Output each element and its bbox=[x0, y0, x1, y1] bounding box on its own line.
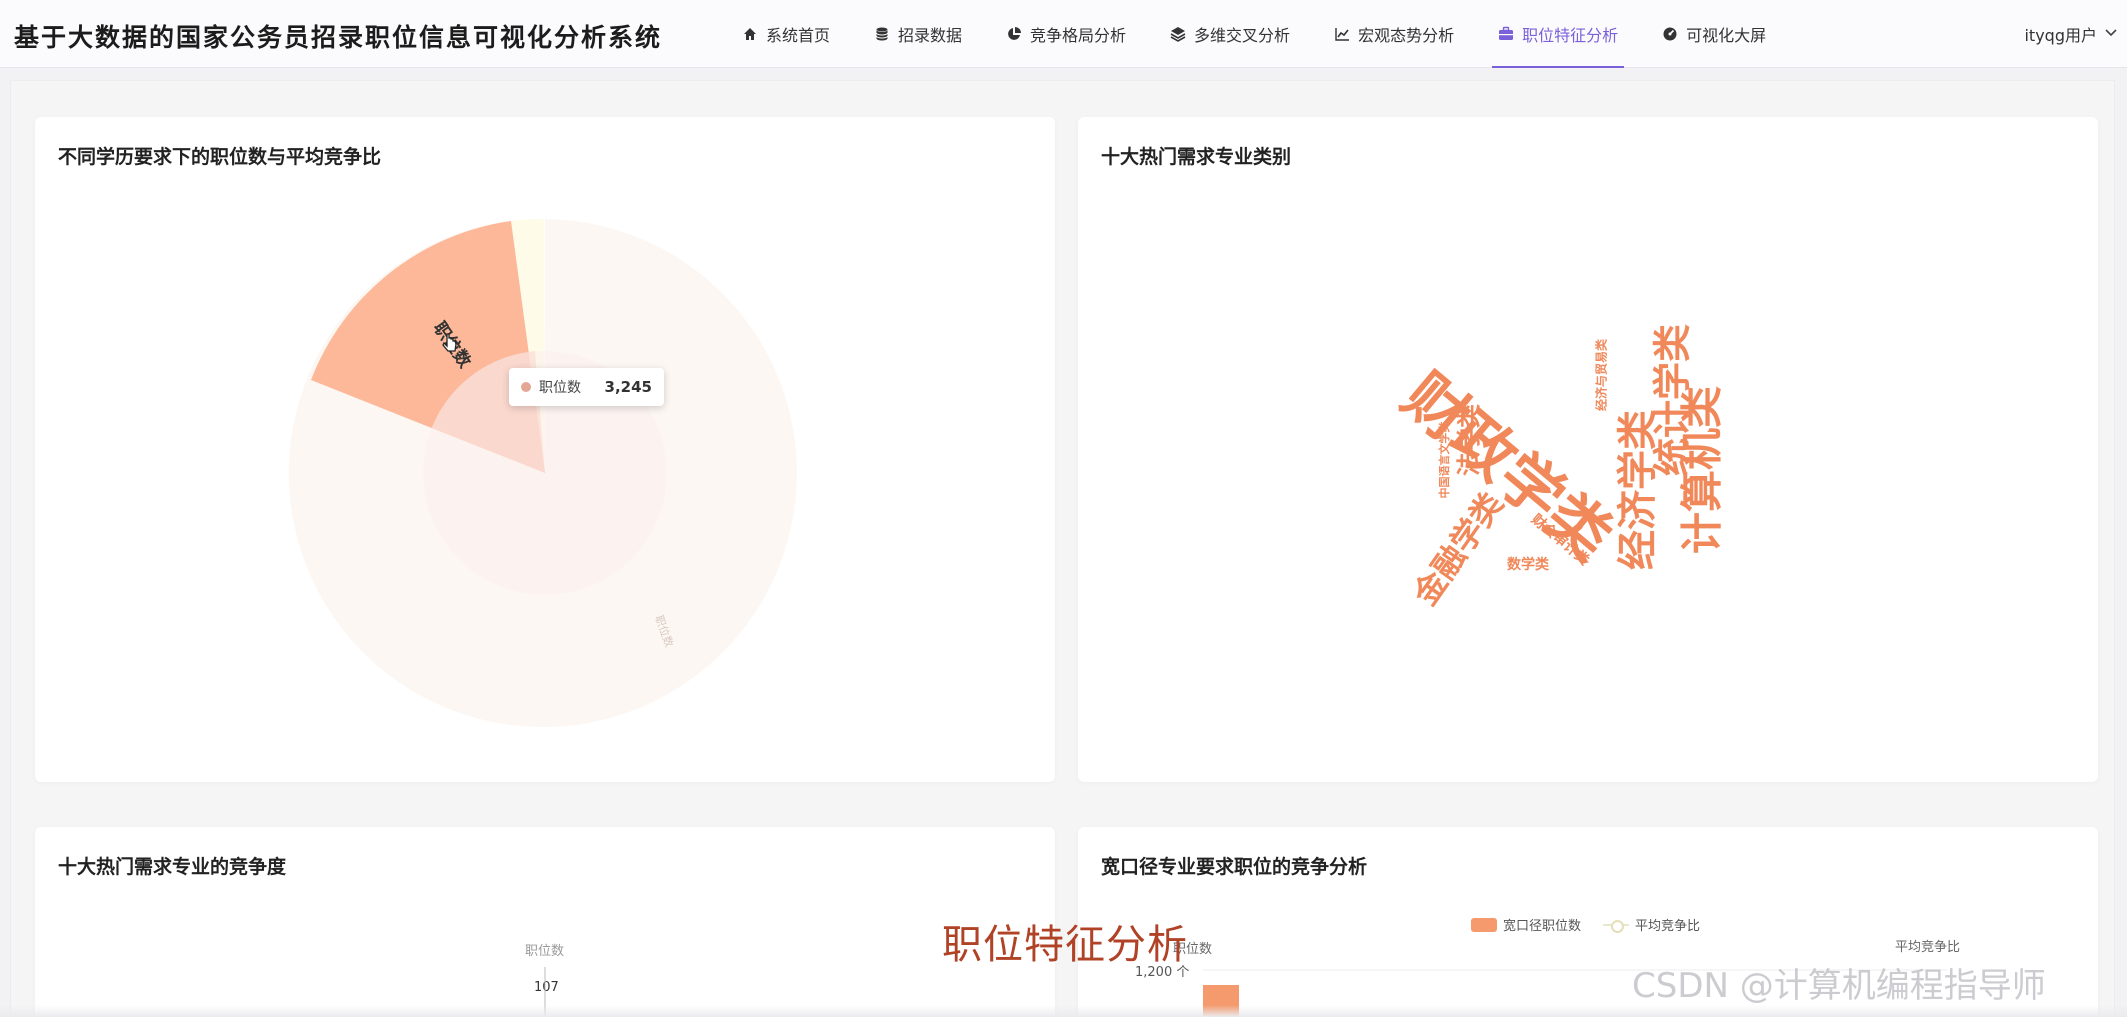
chart-tooltip: 职位数 3,245 bbox=[509, 368, 664, 406]
watermark: CSDN @计算机编程指导师 bbox=[1632, 966, 2046, 1006]
wordcloud-word[interactable]: 财政学类 bbox=[1389, 359, 1626, 574]
competition-chart-card: 十大热门需求专业的竞争度 职位数 107 bbox=[35, 827, 1055, 1017]
app-title: 基于大数据的国家公务员招录职位信息可视化分析系统 bbox=[14, 23, 663, 52]
briefcase-icon bbox=[1498, 26, 1514, 42]
user-menu-label: ityqg用户 bbox=[2024, 26, 2097, 45]
nav-item-label: 多维交叉分析 bbox=[1194, 26, 1291, 45]
line-chart-icon bbox=[1334, 26, 1350, 42]
majors-wordcloud: 财政学类 计算机类经济学类统计学类金融学类法学类中国语言文学类经济与贸易类财会审计… bbox=[1389, 324, 1726, 613]
tooltip-marker bbox=[521, 382, 531, 392]
nav-item-label: 招录数据 bbox=[898, 26, 963, 45]
database-icon bbox=[874, 26, 890, 42]
nav-item-label: 竞争格局分析 bbox=[1030, 26, 1127, 45]
wordcloud-word[interactable]: 中国语言文学类 bbox=[1437, 421, 1451, 499]
tooltip-value: 3,245 bbox=[604, 378, 652, 396]
wordcloud-word[interactable]: 经济与贸易类 bbox=[1594, 338, 1609, 411]
nav-item[interactable]: 宏观态势分析 bbox=[1312, 0, 1476, 68]
home-icon bbox=[742, 26, 758, 42]
nav-item[interactable]: 多维交叉分析 bbox=[1148, 0, 1312, 68]
nav-item[interactable]: 职位特征分析 bbox=[1476, 0, 1640, 68]
competition-bar-chart bbox=[544, 967, 546, 1017]
top-navbar: 基于大数据的国家公务员招录职位信息可视化分析系统 系统首页 招录数据 竞争格局分析 多… bbox=[0, 0, 2127, 68]
wordcloud-word[interactable]: 统计学类 bbox=[1651, 324, 1695, 476]
education-chart-card: 不同学历要求下的职位数与平均竞争比 职位数 职位数 职位数 3,245 bbox=[35, 117, 1055, 782]
video-caption: 职位特征分析 bbox=[942, 922, 1188, 968]
nav-item[interactable]: 竞争格局分析 bbox=[984, 0, 1148, 68]
nav-item[interactable]: 招录数据 bbox=[852, 0, 984, 68]
layers-icon bbox=[1170, 26, 1186, 42]
user-menu[interactable]: ityqg用户 bbox=[2024, 0, 2119, 68]
wordcloud-word[interactable]: 金融学类 bbox=[1406, 486, 1511, 613]
nav-item[interactable]: 可视化大屏 bbox=[1640, 0, 1788, 68]
main-nav: 系统首页 招录数据 竞争格局分析 多维交叉分析 宏观态势分析 职位特征分析 可视化大屏 bbox=[720, 0, 1788, 68]
nav-item-label: 宏观态势分析 bbox=[1358, 26, 1455, 45]
pie-chart-icon bbox=[1006, 26, 1022, 42]
majors-wordcloud-card: 十大热门需求专业类别 财政学类 计算机类 经济学类 统计学类 金融学类 法学类 中国语言文学… bbox=[1078, 117, 2098, 782]
nav-item-label: 可视化大屏 bbox=[1686, 26, 1767, 45]
wordcloud-word[interactable]: 法学类 bbox=[1455, 403, 1483, 476]
wordcloud-word[interactable]: 数学类 bbox=[1507, 556, 1550, 573]
bottom-fade bbox=[0, 1005, 2127, 1017]
dashboard-icon bbox=[1662, 26, 1678, 42]
education-pie-chart: 职位数 职位数 bbox=[288, 218, 797, 727]
nav-item[interactable]: 系统首页 bbox=[720, 0, 852, 68]
chevron-down-icon bbox=[2103, 24, 2119, 44]
tooltip-series: 职位数 bbox=[539, 380, 581, 396]
nav-item-label: 职位特征分析 bbox=[1522, 26, 1619, 45]
nav-item-label: 系统首页 bbox=[766, 26, 831, 45]
